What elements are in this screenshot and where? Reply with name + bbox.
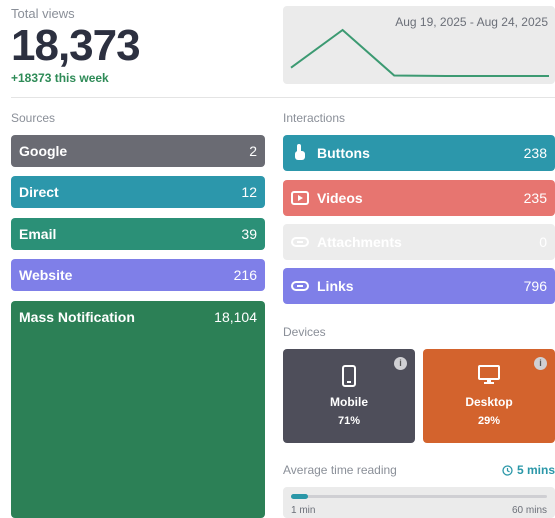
source-value: 39 (241, 226, 257, 242)
source-label: Website (19, 267, 73, 283)
source-value: 2 (249, 143, 257, 159)
reading-max-label: 60 mins (511, 505, 547, 516)
source-email[interactable]: Email 39 (11, 218, 265, 250)
source-website[interactable]: Website 216 (11, 259, 265, 291)
device-desktop[interactable]: i Desktop 29% (423, 349, 555, 443)
sources-title: Sources (11, 111, 56, 125)
total-views: Total views 18,373 +18373 this week (11, 6, 141, 85)
source-mass-notification[interactable]: Mass Notification 18,104 (11, 301, 265, 518)
interaction-value: 235 (523, 190, 547, 206)
reading-time-label: Average time reading (283, 463, 397, 477)
reading-min-label: 1 min (291, 505, 316, 516)
source-label: Email (19, 226, 57, 242)
interaction-label: Attachments (317, 234, 402, 250)
device-label: Mobile (330, 395, 368, 409)
date-range: Aug 19, 2025 - Aug 24, 2025 (395, 15, 548, 29)
interaction-value: 238 (523, 145, 547, 161)
source-value: 12 (241, 184, 257, 200)
reading-time-text: 5 mins (516, 463, 555, 477)
clock-icon (502, 464, 513, 476)
interaction-attachments[interactable]: Attachments 0 (283, 224, 555, 260)
info-icon[interactable]: i (394, 357, 407, 370)
reading-time-track (291, 494, 547, 499)
interaction-value: 796 (523, 278, 547, 294)
total-views-value: 18,373 (11, 21, 141, 70)
device-percent: 29% (477, 415, 501, 427)
source-label: Google (19, 143, 68, 159)
interaction-value: 0 (539, 234, 547, 250)
interaction-label: Buttons (317, 145, 370, 161)
interaction-label: Links (317, 278, 354, 294)
source-value: 216 (233, 267, 257, 283)
weekly-change: +18373 this week (11, 71, 109, 85)
reading-time-fill (291, 494, 309, 499)
source-direct[interactable]: Direct 12 (11, 176, 265, 208)
views-sparkline: Aug 19, 2025 - Aug 24, 2025 (283, 6, 555, 84)
sparkline-series (290, 28, 549, 77)
divider (11, 97, 555, 98)
reading-time-value: 5 mins (502, 463, 555, 477)
link-icon (291, 277, 309, 295)
interaction-videos[interactable]: Videos 235 (283, 180, 555, 216)
reading-time-bar: 1 min 60 mins (283, 487, 555, 518)
source-google[interactable]: Google 2 (11, 135, 265, 167)
source-label: Mass Notification (19, 309, 135, 325)
info-icon[interactable]: i (534, 357, 547, 370)
device-label: Desktop (465, 395, 513, 409)
interaction-label: Videos (317, 190, 363, 206)
interaction-links[interactable]: Links 796 (283, 268, 555, 304)
video-play-icon (291, 189, 309, 207)
attachment-icon (291, 233, 309, 251)
total-views-label: Total views (11, 6, 75, 21)
device-percent: 71% (337, 415, 361, 427)
mobile-phone-icon (342, 365, 356, 392)
source-label: Direct (19, 184, 59, 200)
device-mobile[interactable]: i Mobile 71% (283, 349, 415, 443)
source-value: 18,104 (214, 309, 257, 325)
interactions-title: Interactions (283, 111, 346, 125)
desktop-monitor-icon (478, 365, 500, 390)
interaction-buttons[interactable]: Buttons 238 (283, 135, 555, 171)
pointer-hand-icon (291, 144, 309, 162)
devices-title: Devices (283, 325, 326, 339)
